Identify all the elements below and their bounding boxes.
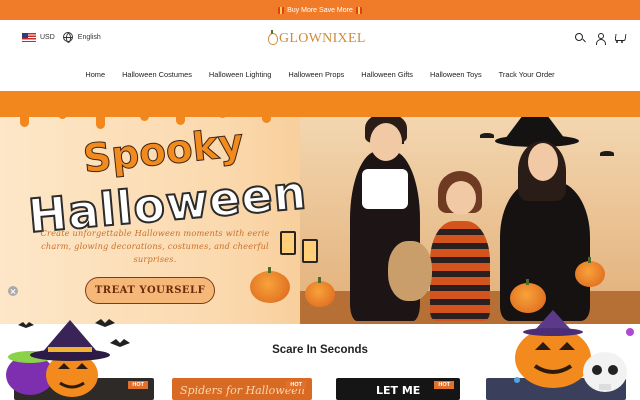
bat-icon <box>110 339 130 347</box>
lantern-icon <box>280 231 296 255</box>
currency-label[interactable]: USD <box>40 34 55 41</box>
nav-item-halloween-lighting[interactable]: Halloween Lighting <box>209 70 271 79</box>
face <box>528 143 558 181</box>
face <box>370 123 402 161</box>
user-icon[interactable] <box>594 32 606 45</box>
nav-item-home[interactable]: Home <box>85 70 105 79</box>
globe-icon <box>62 32 73 43</box>
nav-item-track-order[interactable]: Track Your Order <box>499 70 555 79</box>
witch-cauldron-decoration <box>6 319 130 397</box>
hero-photo <box>250 91 640 324</box>
site-logo[interactable]: GLOWNIXEL <box>268 29 366 49</box>
orange-drip-border <box>0 91 640 129</box>
search-icon[interactable] <box>574 32 586 44</box>
hot-badge: HOT <box>434 381 454 389</box>
lantern-icon <box>302 239 318 263</box>
hero-banner[interactable]: Spooky Halloween Create unforgettable Ha… <box>0 91 640 324</box>
shirt <box>362 169 408 209</box>
locale-selector[interactable]: USD English <box>22 32 101 43</box>
bat-icon <box>600 151 614 156</box>
poodle <box>388 241 432 301</box>
nav-item-halloween-gifts[interactable]: Halloween Gifts <box>361 70 413 79</box>
bat-icon <box>95 319 115 327</box>
nav-item-halloween-toys[interactable]: Halloween Toys <box>430 70 482 79</box>
main-nav: Home Halloween Costumes Halloween Lighti… <box>0 60 640 88</box>
product-card[interactable]: LET ME HOT <box>336 378 460 400</box>
promo-text: Buy More Save More <box>287 6 353 14</box>
hot-badge: HOT <box>286 381 306 389</box>
bat-icon <box>18 322 34 328</box>
candy-icon <box>626 328 634 336</box>
hero-subtitle: Create unforgettable Halloween moments w… <box>40 228 270 264</box>
candy-icon <box>514 377 520 383</box>
pumpkin-icon <box>250 267 290 303</box>
face <box>446 181 476 215</box>
nav-item-halloween-props[interactable]: Halloween Props <box>288 70 344 79</box>
pumpkin-icon <box>305 277 335 307</box>
card-caption: LET ME <box>376 384 421 397</box>
pumpkin-icon <box>575 257 605 287</box>
cart-icon[interactable] <box>614 32 626 44</box>
bat-icon <box>480 133 494 138</box>
promo-bar[interactable]: Buy More Save More <box>0 0 640 20</box>
pumpkin-skull-decoration <box>514 310 634 392</box>
gift-icon <box>355 6 362 14</box>
striped-costume <box>430 221 490 321</box>
gift-icon <box>278 6 285 14</box>
treat-yourself-button[interactable]: TREAT YOURSELF <box>85 277 215 304</box>
pumpkin-icon <box>510 279 546 313</box>
nav-item-halloween-costumes[interactable]: Halloween Costumes <box>122 70 192 79</box>
close-icon[interactable] <box>8 286 18 296</box>
pumpkin-icon <box>515 328 591 388</box>
site-header: USD English GLOWNIXEL <box>0 20 640 60</box>
header-actions <box>574 32 626 45</box>
product-card[interactable]: Spiders for Halloween HOT <box>172 378 312 400</box>
logo-text: GLOWNIXEL <box>279 31 366 46</box>
us-flag-icon <box>22 32 36 42</box>
pumpkin-logo-icon <box>268 30 278 45</box>
language-label[interactable]: English <box>78 34 101 41</box>
